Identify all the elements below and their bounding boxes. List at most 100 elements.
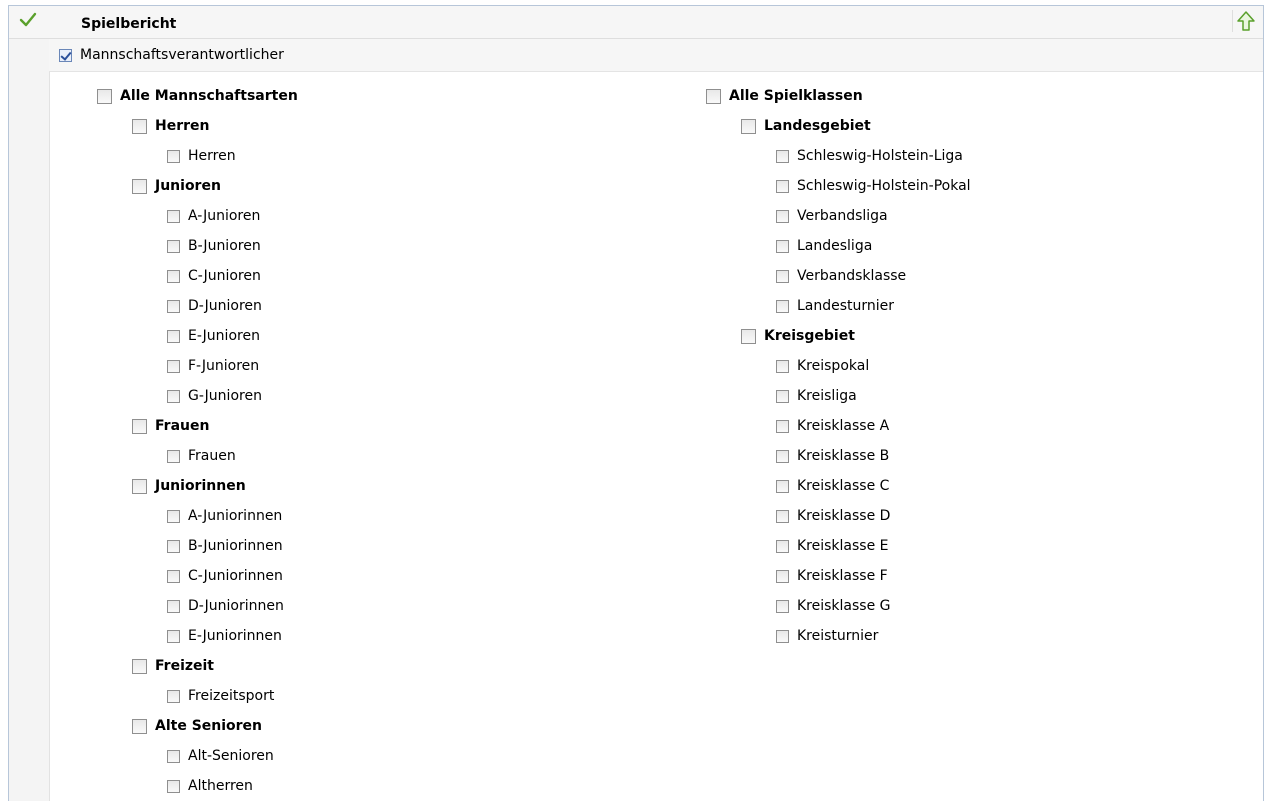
tree-leaf-checkbox[interactable] — [167, 569, 180, 583]
tree-root[interactable]: Alle Spielklassen — [706, 86, 863, 106]
tree-leaf[interactable]: D-Junioren — [167, 296, 262, 316]
tree-leaf[interactable]: Herren — [167, 146, 236, 166]
tree-leaf[interactable]: Landesturnier — [776, 296, 894, 316]
tree-leaf[interactable]: Kreisklasse C — [776, 476, 889, 496]
tree-leaf[interactable]: Kreispokal — [776, 356, 869, 376]
tree-leaf-checkbox[interactable] — [776, 479, 789, 493]
tree-leaf[interactable]: E-Juniorinnen — [167, 626, 282, 646]
tree-leaf-checkbox[interactable] — [167, 629, 180, 643]
tree-root-checkbox[interactable] — [706, 88, 721, 104]
tree-group-checkbox[interactable] — [741, 328, 756, 344]
tree-leaf[interactable]: Kreisklasse E — [776, 536, 889, 556]
tree-leaf-checkbox[interactable] — [167, 539, 180, 553]
tree-leaf-checkbox[interactable] — [167, 239, 180, 253]
tree-leaf[interactable]: Kreisklasse A — [776, 416, 889, 436]
panel-header: Spielbericht — [9, 6, 1263, 39]
tree-leaf-checkbox[interactable] — [167, 269, 180, 283]
tree-leaf[interactable]: Verbandsliga — [776, 206, 888, 226]
role-label: Mannschaftsverantwortlicher — [80, 47, 284, 63]
tree-group[interactable]: Frauen — [132, 416, 209, 436]
tree-group[interactable]: Landesgebiet — [741, 116, 871, 136]
tree-leaf[interactable]: B-Juniorinnen — [167, 536, 283, 556]
tree-group[interactable]: Alte Senioren — [132, 716, 262, 736]
tree-leaf[interactable]: A-Junioren — [167, 206, 260, 226]
tree-leaf-checkbox[interactable] — [776, 629, 789, 643]
tree-leaf[interactable]: E-Junioren — [167, 326, 260, 346]
tree-leaf-checkbox[interactable] — [167, 599, 180, 613]
tree-leaf-label: Verbandsliga — [797, 208, 888, 224]
tree-leaf-checkbox[interactable] — [776, 539, 789, 553]
tree-leaf-checkbox[interactable] — [167, 359, 180, 373]
role-option[interactable]: Mannschaftsverantwortlicher — [59, 45, 284, 65]
tree-leaf-checkbox[interactable] — [776, 179, 789, 193]
tree-leaf[interactable]: C-Junioren — [167, 266, 261, 286]
tree-group[interactable]: Freizeit — [132, 656, 214, 676]
tree-leaf-checkbox[interactable] — [776, 239, 789, 253]
tree-leaf-checkbox[interactable] — [776, 599, 789, 613]
tree-group[interactable]: Kreisgebiet — [741, 326, 855, 346]
tree-leaf-label: Kreisliga — [797, 388, 857, 404]
tree-leaf[interactable]: Kreisklasse F — [776, 566, 888, 586]
tree-leaf[interactable]: Kreisklasse B — [776, 446, 889, 466]
tree-group[interactable]: Juniorinnen — [132, 476, 246, 496]
tree-leaf[interactable]: G-Junioren — [167, 386, 262, 406]
tree-leaf[interactable]: Kreisklasse G — [776, 596, 891, 616]
tree-group-checkbox[interactable] — [132, 478, 147, 494]
tree-leaf-checkbox[interactable] — [776, 209, 789, 223]
tree-leaf[interactable]: Kreisturnier — [776, 626, 878, 646]
tree-group-label: Frauen — [155, 418, 210, 434]
tree-leaf[interactable]: B-Junioren — [167, 236, 261, 256]
tree-group[interactable]: Herren — [132, 116, 209, 136]
tree-leaf[interactable]: Schleswig-Holstein-Pokal — [776, 176, 971, 196]
tree-leaf-checkbox[interactable] — [776, 359, 789, 373]
tree-leaf-checkbox[interactable] — [776, 299, 789, 313]
tree-group-checkbox[interactable] — [132, 418, 147, 434]
tree-group-checkbox[interactable] — [132, 178, 147, 194]
tree-leaf-checkbox[interactable] — [167, 509, 180, 523]
tree-leaf[interactable]: Schleswig-Holstein-Liga — [776, 146, 963, 166]
tree-leaf[interactable]: Kreisklasse D — [776, 506, 890, 526]
tree-leaf-checkbox[interactable] — [776, 449, 789, 463]
tree-group[interactable]: Junioren — [132, 176, 221, 196]
tree-leaf-label: Kreispokal — [797, 358, 870, 374]
tree-leaf-checkbox[interactable] — [167, 299, 180, 313]
tree-group-checkbox[interactable] — [741, 118, 756, 134]
tree-leaf-label: Schleswig-Holstein-Pokal — [797, 178, 971, 194]
tree-leaf-checkbox[interactable] — [776, 419, 789, 433]
tree-leaf-checkbox[interactable] — [776, 569, 789, 583]
tree-leaf-checkbox[interactable] — [167, 209, 180, 223]
tree-leaf-checkbox[interactable] — [167, 449, 180, 463]
tree-leaf-checkbox[interactable] — [167, 329, 180, 343]
tree-leaf-checkbox[interactable] — [776, 389, 789, 403]
tree-leaf[interactable]: Frauen — [167, 446, 236, 466]
tree-leaf[interactable]: Altherren — [167, 776, 253, 796]
tree-root[interactable]: Alle Mannschaftsarten — [97, 86, 298, 106]
tree-leaf-label: D-Juniorinnen — [188, 598, 284, 614]
tree-leaf-checkbox[interactable] — [167, 749, 180, 763]
tree-leaf[interactable]: A-Juniorinnen — [167, 506, 282, 526]
tree-root-checkbox[interactable] — [97, 88, 112, 104]
tree-group-checkbox[interactable] — [132, 658, 147, 674]
tree-leaf-checkbox[interactable] — [776, 269, 789, 283]
tree-leaf-label: A-Junioren — [188, 208, 261, 224]
tree-leaf[interactable]: Freizeitsport — [167, 686, 274, 706]
tree-leaf-checkbox[interactable] — [167, 149, 180, 163]
tree-leaf-label: Kreisklasse A — [797, 418, 890, 434]
tree-leaf[interactable]: D-Juniorinnen — [167, 596, 284, 616]
tree-group-checkbox[interactable] — [132, 118, 147, 134]
tree-leaf[interactable]: Alt-Senioren — [167, 746, 274, 766]
tree-leaf-checkbox[interactable] — [167, 779, 180, 793]
tree-group-label: Alte Senioren — [155, 718, 263, 734]
tree-leaf[interactable]: Kreisliga — [776, 386, 857, 406]
tree-leaf[interactable]: C-Juniorinnen — [167, 566, 283, 586]
tree-group-checkbox[interactable] — [132, 718, 147, 734]
tree-leaf-checkbox[interactable] — [776, 149, 789, 163]
tree-leaf-checkbox[interactable] — [776, 509, 789, 523]
tree-leaf-checkbox[interactable] — [167, 389, 180, 403]
tree-leaf[interactable]: Verbandsklasse — [776, 266, 906, 286]
role-checkbox[interactable] — [59, 48, 72, 62]
tree-leaf[interactable]: Landesliga — [776, 236, 872, 256]
up-arrow-icon[interactable] — [1232, 10, 1257, 32]
tree-leaf-checkbox[interactable] — [167, 689, 180, 703]
tree-leaf[interactable]: F-Junioren — [167, 356, 259, 376]
